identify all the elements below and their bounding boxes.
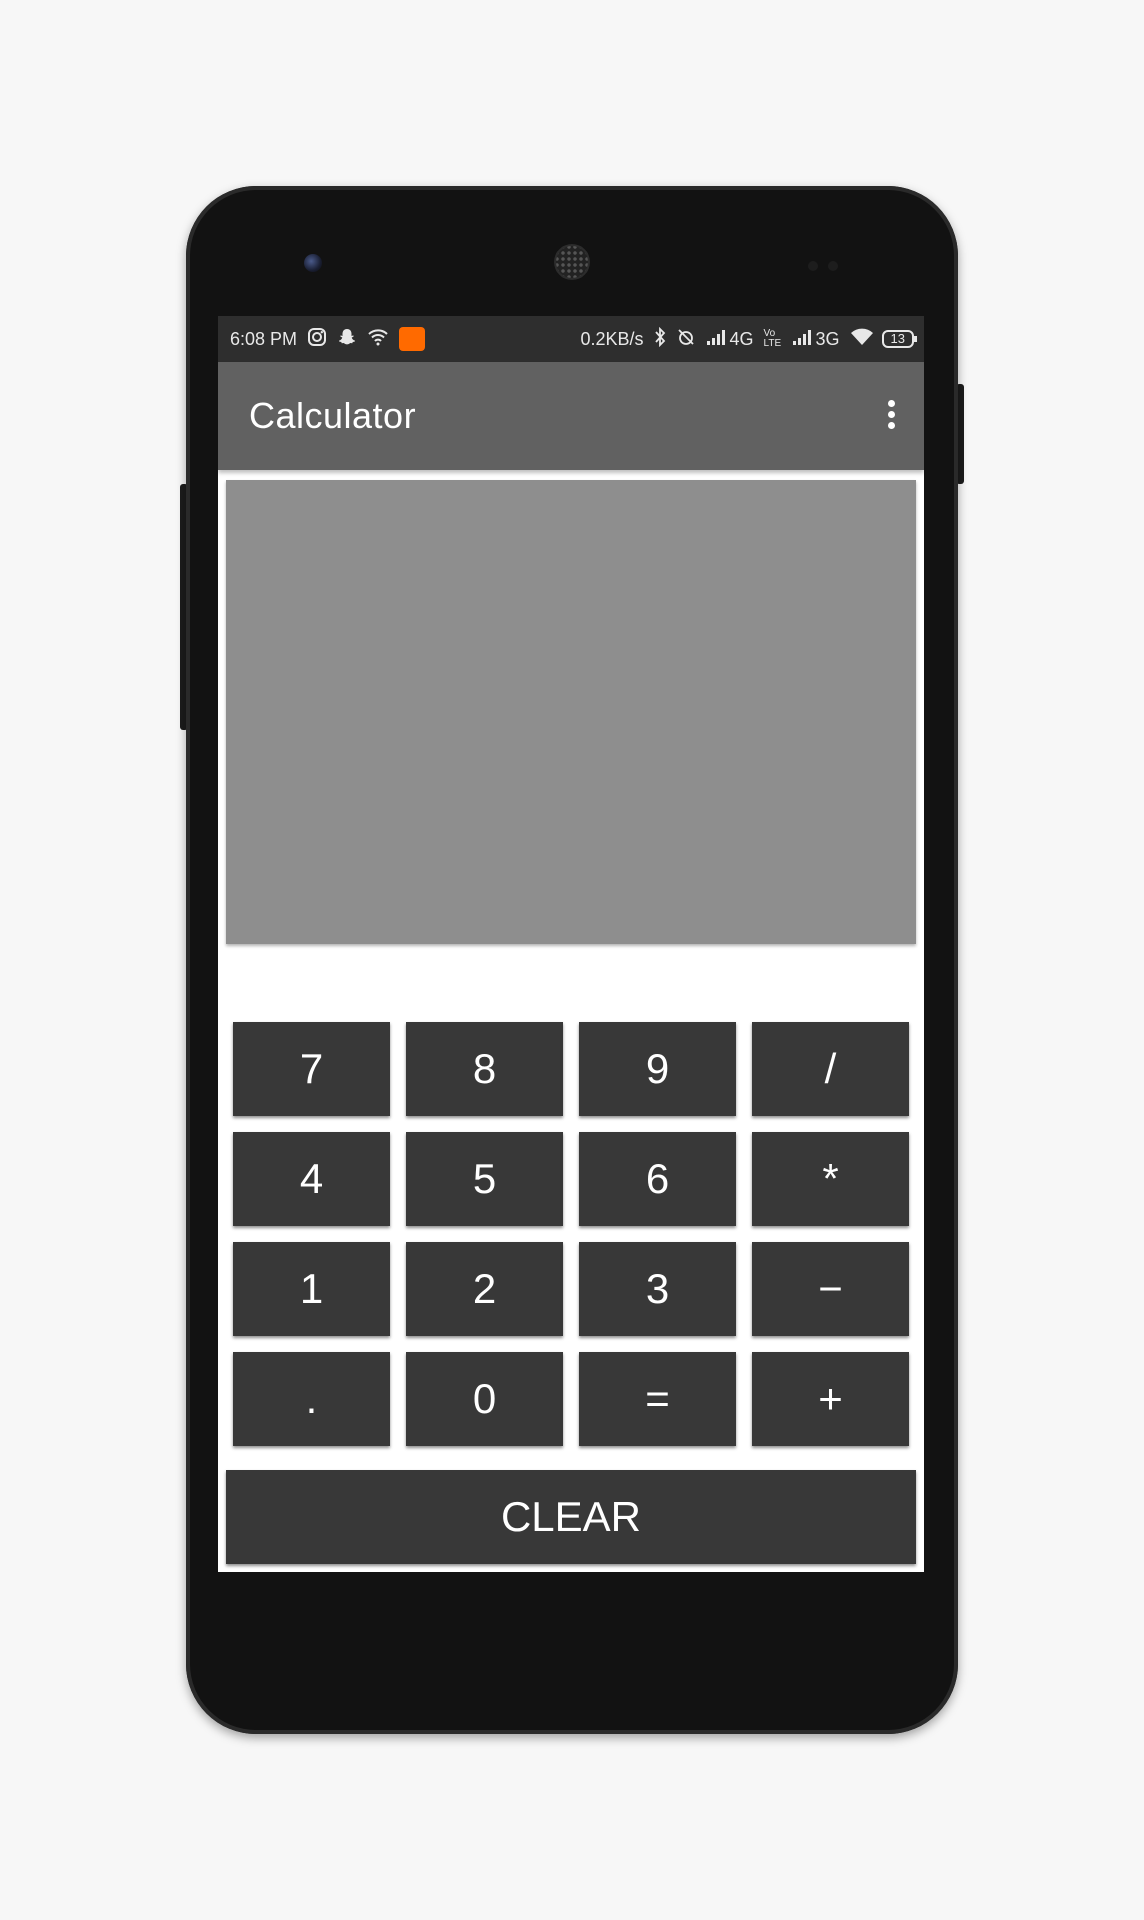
key-subtract[interactable]: − <box>752 1242 909 1336</box>
key-4[interactable]: 4 <box>233 1132 390 1226</box>
battery-icon: 13 <box>881 330 918 348</box>
key-decimal[interactable]: . <box>233 1352 390 1446</box>
status-bar: 6:08 PM 0.2KB/s 4G Vo LTE 3G 13 <box>218 316 924 362</box>
key-1[interactable]: 1 <box>233 1242 390 1336</box>
key-9[interactable]: 9 <box>579 1022 736 1116</box>
key-divide[interactable]: / <box>752 1022 909 1116</box>
overflow-menu-icon[interactable] <box>884 400 898 434</box>
volte-icon: Vo LTE <box>763 328 782 349</box>
key-equals[interactable]: = <box>579 1352 736 1446</box>
snapchat-icon <box>337 327 357 351</box>
app-title: Calculator <box>249 395 417 436</box>
bluetooth-icon <box>654 326 666 351</box>
key-2[interactable]: 2 <box>406 1242 563 1336</box>
phone-screen: 6:08 PM 0.2KB/s 4G Vo LTE 3G 13 Calculat… <box>218 316 924 1572</box>
clear-button[interactable]: CLEAR <box>226 1470 916 1564</box>
status-bar-left: 6:08 PM <box>230 316 426 362</box>
signal-icon <box>792 329 812 349</box>
signal-type-1: 4G <box>729 328 754 349</box>
key-5[interactable]: 5 <box>406 1132 563 1226</box>
network-speed: 0.2KB/s <box>580 328 644 349</box>
calculator-display <box>226 480 916 944</box>
key-0[interactable]: 0 <box>406 1352 563 1446</box>
status-time: 6:08 PM <box>230 328 298 349</box>
alarm-off-icon <box>676 327 696 351</box>
key-3[interactable]: 3 <box>579 1242 736 1336</box>
key-8[interactable]: 8 <box>406 1022 563 1116</box>
key-multiply[interactable]: * <box>752 1132 909 1226</box>
signal-type-2: 3G <box>815 328 840 349</box>
earpiece-speaker <box>554 244 590 280</box>
wifi-hotspot-icon <box>367 328 389 350</box>
front-camera <box>304 254 322 272</box>
wifi-icon <box>850 328 874 350</box>
app-bar: Calculator <box>218 362 924 470</box>
instagram-icon <box>307 327 327 351</box>
status-bar-right: 0.2KB/s 4G Vo LTE 3G 13 <box>580 316 918 362</box>
signal-icon <box>706 329 726 349</box>
battery-level: 13 <box>890 331 905 346</box>
proximity-sensors <box>808 256 848 271</box>
key-7[interactable]: 7 <box>233 1022 390 1116</box>
key-add[interactable]: + <box>752 1352 909 1446</box>
key-6[interactable]: 6 <box>579 1132 736 1226</box>
app-notification-icon <box>399 327 426 351</box>
